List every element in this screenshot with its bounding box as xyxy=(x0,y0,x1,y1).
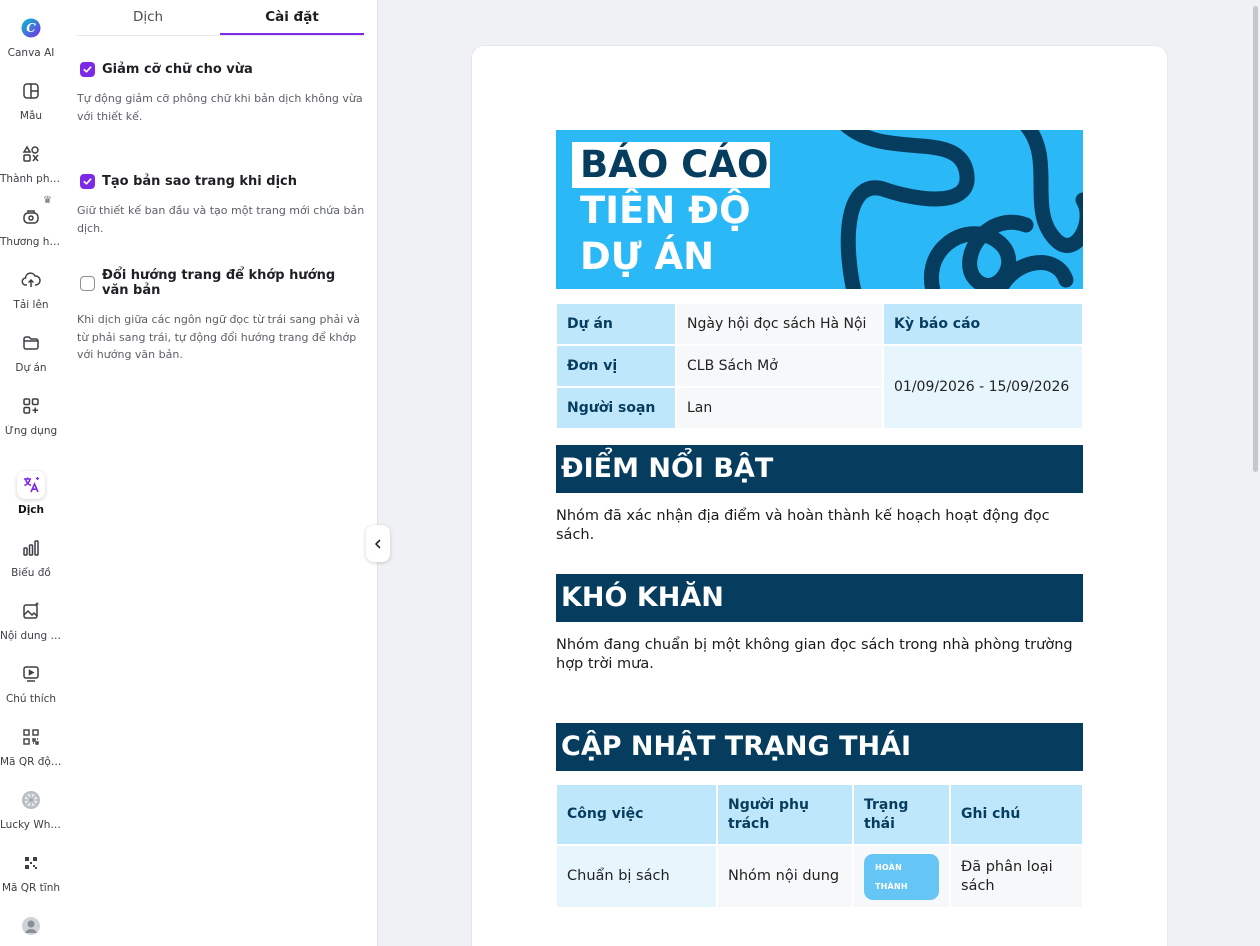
upload-icon xyxy=(17,266,45,294)
column-header: Công việc xyxy=(557,785,716,844)
status-heading[interactable]: CẬP NHẬT TRẠNG THÁI xyxy=(556,723,1083,771)
author-value: Lan xyxy=(677,388,882,428)
shrink-font-checkbox[interactable] xyxy=(80,62,95,77)
unit-label: Đơn vị xyxy=(557,346,675,386)
chevron-left-icon xyxy=(375,539,381,548)
period-label: Kỳ báo cáo xyxy=(884,304,1082,344)
chart-icon xyxy=(17,534,45,562)
option-shrink-font: Giảm cỡ chữ cho vừa Tự động giảm cỡ phôn… xyxy=(77,62,365,125)
status-badge: HOÀN THÀNH xyxy=(864,853,939,900)
tab-translate[interactable]: Dịch xyxy=(76,0,220,35)
dynamic-qr-icon xyxy=(17,723,45,751)
check-icon xyxy=(83,178,92,185)
rail-item-magic-media[interactable]: Nội dung Magic Media xyxy=(0,597,62,642)
brand-icon xyxy=(17,203,45,231)
option-title: Giảm cỡ chữ cho vừa xyxy=(102,62,253,77)
rail-label: Canva AI xyxy=(7,47,55,59)
challenges-heading[interactable]: KHÓ KHĂN xyxy=(556,574,1083,622)
rail-label: Lucky Wheel xyxy=(0,819,62,831)
hero-banner[interactable]: BÁO CÁO TIẾN ĐỘ DỰ ÁN xyxy=(556,130,1083,289)
magic-media-icon xyxy=(17,597,45,625)
rail-item-dynamic-qr[interactable]: Mã QR động xyxy=(0,723,62,768)
translate-settings-panel: Dịch Cài đặt Giảm cỡ chữ cho vừa Tự động… xyxy=(62,0,378,946)
rail-item-projects[interactable]: Dự án xyxy=(0,329,62,374)
period-value: 01/09/2026 - 15/09/2026 xyxy=(884,346,1082,428)
rail-item-uploads[interactable]: Tải lên xyxy=(0,266,62,311)
option-title: Đổi hướng trang để khớp hướng văn bản xyxy=(102,268,336,298)
translate-icon xyxy=(17,471,45,499)
title-line-2: TIẾN ĐỘ xyxy=(580,189,751,232)
option-description: Tự động giảm cỡ phông chữ khi bản dịch k… xyxy=(77,92,363,123)
unit-value: CLB Sách Mở xyxy=(677,346,882,386)
note-cell: Đã phân loại sách xyxy=(951,846,1082,907)
highlights-heading[interactable]: ĐIỂM NỔI BẬT xyxy=(556,445,1083,493)
rail-label: Tải lên xyxy=(13,299,49,311)
rail-item-charts[interactable]: Biểu đồ xyxy=(0,534,62,579)
report-title[interactable]: BÁO CÁO TIẾN ĐỘ DỰ ÁN xyxy=(572,142,771,280)
project-value: Ngày hội đọc sách Hà Nội xyxy=(677,304,882,344)
challenges-text[interactable]: Nhóm đang chuẩn bị một không gian đọc sá… xyxy=(556,636,1083,674)
rail-label: Chú thích xyxy=(5,693,57,705)
column-header: Người phụ trách xyxy=(718,785,852,844)
elements-icon xyxy=(17,140,45,168)
rail-label: Mã QR động xyxy=(0,756,62,768)
status-cell: HOÀN THÀNH xyxy=(854,846,949,907)
rail-item-static-qr[interactable]: Mã QR tĩnh xyxy=(0,849,62,894)
scrollbar-thumb[interactable] xyxy=(1253,6,1258,472)
option-title: Tạo bản sao trang khi dịch xyxy=(102,174,298,189)
rail-label: Thành phần xyxy=(0,173,62,185)
apps-icon xyxy=(17,392,45,420)
table-row: Chuẩn bị sách Nhóm nội dung HOÀN THÀNH Đ… xyxy=(557,846,1082,907)
project-info-table[interactable]: Dự án Ngày hội đọc sách Hà Nội Kỳ báo cá… xyxy=(555,302,1084,430)
highlights-text[interactable]: Nhóm đã xác nhận địa điểm và hoàn thành … xyxy=(556,507,1083,545)
template-icon xyxy=(17,77,45,105)
collapse-panel-button[interactable] xyxy=(366,525,390,562)
owner-cell: Nhóm nội dung xyxy=(718,846,852,907)
author-label: Người soạn xyxy=(557,388,675,428)
rail-item-templates[interactable]: Mẫu xyxy=(0,77,62,122)
caption-icon xyxy=(17,660,45,688)
rail-item-avatar-app[interactable] xyxy=(0,912,62,940)
option-duplicate-page: Tạo bản sao trang khi dịch Giữ thiết kế … xyxy=(77,174,365,237)
rail-label: Biểu đồ xyxy=(11,567,51,579)
rail-item-captions[interactable]: Chú thích xyxy=(0,660,62,705)
option-description: Khi dịch giữa các ngôn ngữ đọc từ trái s… xyxy=(77,313,361,361)
rail-label: Dịch xyxy=(17,504,44,516)
rail-label: Ứng dụng xyxy=(4,425,58,437)
project-label: Dự án xyxy=(557,304,675,344)
avatar-app-icon xyxy=(17,912,45,940)
flip-direction-checkbox[interactable] xyxy=(80,275,95,291)
lucky-wheel-icon xyxy=(17,786,45,814)
rail-item-apps[interactable]: Ứng dụng xyxy=(0,392,62,437)
rail-label: Thương hiệu xyxy=(0,236,62,248)
rail-item-lucky-wheel[interactable]: Lucky Wheel xyxy=(0,786,62,831)
option-description: Giữ thiết kế ban đầu và tạo một trang mớ… xyxy=(77,204,365,235)
option-flip-direction: Đổi hướng trang để khớp hướng văn bản Kh… xyxy=(77,268,365,364)
rail-label: Mẫu xyxy=(19,110,43,122)
duplicate-page-checkbox[interactable] xyxy=(80,174,95,189)
tab-settings[interactable]: Cài đặt xyxy=(220,0,364,35)
svg-text:C: C xyxy=(26,21,36,35)
rail-item-brand[interactable]: Thương hiệu xyxy=(0,203,62,248)
title-line-3: DỰ ÁN xyxy=(580,235,715,278)
task-cell: Chuẩn bị sách xyxy=(557,846,716,907)
column-header: Trạng thái xyxy=(854,785,949,844)
column-header: Ghi chú xyxy=(951,785,1082,844)
status-table[interactable]: Công việc Người phụ trách Trạng thái Ghi… xyxy=(555,783,1084,909)
static-qr-icon xyxy=(17,849,45,877)
rail-label: Dự án xyxy=(15,362,47,374)
rail-item-canva-ai[interactable]: C Canva AI xyxy=(0,14,62,59)
rail-label: Nội dung Magic Media xyxy=(0,630,62,642)
canva-ai-icon: C xyxy=(17,14,45,42)
rail-item-elements[interactable]: Thành phần xyxy=(0,140,62,185)
title-line-1: BÁO CÁO xyxy=(572,142,771,188)
check-icon xyxy=(83,66,92,73)
folder-icon xyxy=(17,329,45,357)
rail-label: Mã QR tĩnh xyxy=(1,882,61,894)
panel-tabs: Dịch Cài đặt xyxy=(76,0,364,36)
rail-item-translate[interactable]: Dịch xyxy=(0,471,62,516)
left-rail: C Canva AI Mẫu Thành phần ♛ Thương hiệu … xyxy=(0,0,62,946)
